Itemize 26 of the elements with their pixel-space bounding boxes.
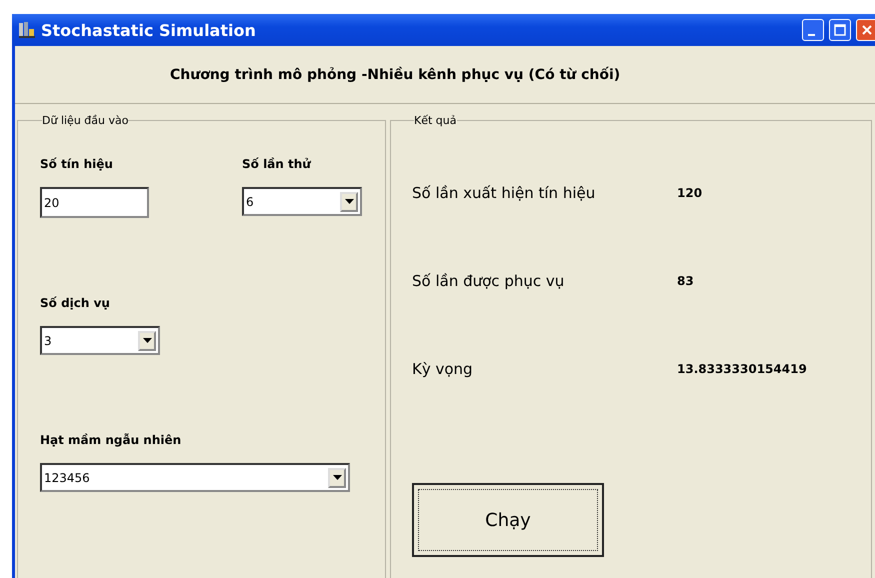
field-label: Hạt mầm ngẫu nhiên <box>40 433 182 447</box>
dropdown[interactable]: 6 <box>242 187 362 216</box>
group-legend: Kết quả <box>414 114 456 127</box>
result-value: 120 <box>677 186 702 200</box>
input-field[interactable]: 20 <box>40 187 149 218</box>
maximize-icon <box>834 24 846 36</box>
window-title: Stochastatic Simulation <box>41 20 256 40</box>
result-value: 83 <box>677 274 694 288</box>
dropdown[interactable]: 3 <box>40 326 160 355</box>
dropdown[interactable]: 123456 <box>40 463 350 492</box>
close-icon <box>861 24 873 36</box>
app-icon <box>18 21 36 39</box>
field-label: Số tín hiệu <box>40 157 113 171</box>
result-label: Số lần được phục vụ <box>412 272 566 290</box>
result-value: 13.8333330154419 <box>677 362 807 376</box>
field-label: Số dịch vụ <box>40 296 110 310</box>
minimize-button[interactable] <box>802 19 824 41</box>
minimize-icon <box>808 34 814 36</box>
close-button[interactable] <box>856 19 875 41</box>
result-label: Số lần xuất hiện tín hiệu <box>412 184 596 202</box>
field-label: Số lần thử <box>242 157 311 171</box>
result-label: Kỳ vọng <box>412 360 474 378</box>
run-button[interactable]: Chạy <box>412 483 604 557</box>
group-legend: Dữ liệu đầu vào <box>42 114 128 127</box>
maximize-button[interactable] <box>829 19 851 41</box>
header-text: Chương trình mô phỏng -Nhiều kênh phục vụ (Có từ chối) <box>15 46 875 104</box>
